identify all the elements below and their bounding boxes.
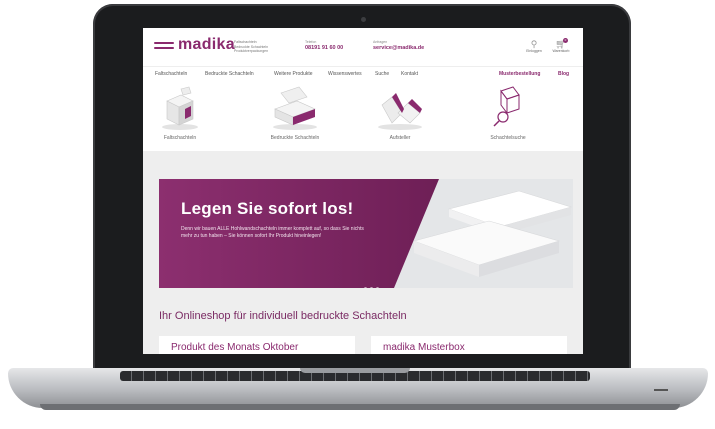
site-header: madika Faltschachteln Bedruckte Schachte… xyxy=(143,28,583,67)
website-screen: madika Faltschachteln Bedruckte Schachte… xyxy=(143,28,583,354)
musterbox-card[interactable]: madika Musterbox xyxy=(371,336,567,354)
category-aufsteller[interactable]: Aufsteller xyxy=(365,83,435,141)
status-led xyxy=(654,389,668,391)
nav-item-suche[interactable]: Suche xyxy=(375,71,389,77)
tagline: Faltschachteln Bedruckte Schachteln Prod… xyxy=(234,40,269,53)
logo-icon[interactable] xyxy=(154,42,174,50)
main-nav: Faltschachteln Bedruckte Schachteln Weit… xyxy=(143,67,583,81)
nav-item-bedruckte-schachteln[interactable]: Bedruckte Schachteln xyxy=(205,71,254,77)
nav-item-weitere-produkte[interactable]: Weitere Produkte xyxy=(274,71,313,77)
hero-banner[interactable]: Legen Sie sofort los! Denn wir bauen ALL… xyxy=(159,179,573,288)
cart-button[interactable]: 🛒︎ 0 Warenkorb xyxy=(551,38,571,53)
nav-item-faltschachteln[interactable]: Faltschachteln xyxy=(155,71,187,77)
content-area: Legen Sie sofort los! Denn wir bauen ALL… xyxy=(143,151,583,354)
nav-item-musterbestellung[interactable]: Musterbestellung xyxy=(499,71,540,77)
display-stand-icon xyxy=(378,93,422,130)
cart-count-badge: 0 xyxy=(563,38,568,43)
phone-contact[interactable]: Telefon 08191 91 60 00 xyxy=(305,40,343,51)
laptop-foot xyxy=(40,404,680,410)
trackpad-notch xyxy=(300,368,410,373)
shop-heading: Ihr Onlineshop für individuell bedruckte… xyxy=(159,310,407,322)
nav-item-kontakt[interactable]: Kontakt xyxy=(401,71,418,77)
category-faltschachteln[interactable]: Faltschachteln xyxy=(145,83,215,141)
email-contact[interactable]: Anfragen service@madika.de xyxy=(373,40,424,51)
printed-box-icon xyxy=(273,86,317,130)
account-button[interactable]: ⚲ Einloggen xyxy=(524,39,544,53)
banner-title: Legen Sie sofort los! xyxy=(181,199,354,218)
webcam xyxy=(361,17,366,22)
box-search-icon xyxy=(493,86,520,127)
logo[interactable]: madika xyxy=(178,36,235,54)
nav-item-wissenswertes[interactable]: Wissenswertes xyxy=(328,71,362,77)
product-of-month-card[interactable]: Produkt des Monats Oktober xyxy=(159,336,355,354)
nav-item-blog[interactable]: Blog xyxy=(558,71,569,77)
box-icon xyxy=(162,86,198,130)
slider-dots[interactable] xyxy=(364,277,382,288)
category-schachtelsuche[interactable]: Schachtelsuche xyxy=(473,83,543,141)
category-row: Faltschachteln Bedruckte Schachteln Aufs… xyxy=(143,81,583,151)
banner-text: Denn wir bauen ALLE Hohlwandschachteln i… xyxy=(181,226,364,239)
user-icon: ⚲ xyxy=(530,39,538,49)
cart-icon: 🛒︎ xyxy=(555,39,567,49)
category-bedruckte-schachteln[interactable]: Bedruckte Schachteln xyxy=(260,83,330,141)
